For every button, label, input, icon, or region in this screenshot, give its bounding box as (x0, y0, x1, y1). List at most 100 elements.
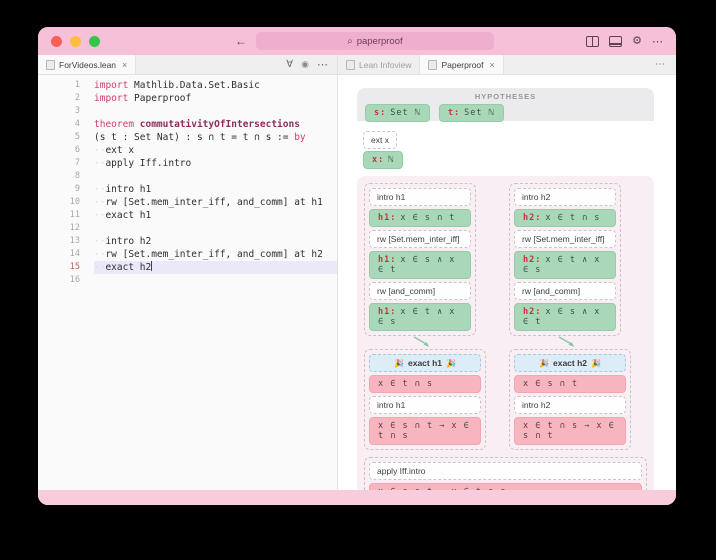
tab-paperproof[interactable]: Paperproof × (420, 55, 503, 74)
code-token: import (94, 80, 128, 91)
more-actions-icon[interactable]: ⋯ (652, 35, 664, 48)
editor-more-icon[interactable]: ⋯ (317, 58, 329, 71)
code-line[interactable]: 15··exact h2 (38, 261, 337, 274)
exact-success-node[interactable]: 🎉exact h2🎉 (514, 354, 626, 372)
code-token: exact h2 (105, 262, 151, 273)
line-number: 4 (38, 118, 94, 131)
code-line[interactable]: 11··exact h1 (38, 209, 337, 222)
code-text[interactable]: ··rw [Set.mem_inter_iff, and_comm] at h1 (94, 196, 337, 209)
tactic-node[interactable]: intro h2 (514, 396, 626, 414)
hypothesis-chip[interactable]: h1:x ∈ s ∩ t (369, 209, 471, 227)
hypothesis-name: h2: (523, 307, 541, 317)
search-input[interactable]: ⌕ paperproof (256, 32, 494, 50)
hypothesis-chip[interactable]: h2:x ∈ s ∧ x ∈ t (514, 303, 616, 331)
tactic-node[interactable]: intro h2 (514, 188, 616, 206)
hypothesis-chip[interactable]: t:Set ℕ (439, 104, 504, 122)
tab-label: Lean Infoview (359, 60, 411, 70)
tactic-node[interactable]: rw [Set.mem_inter_iff] (514, 230, 616, 248)
goal-columns: 🎉exact h1🎉x ∈ t ∩ sintro h1x ∈ s ∩ t → x… (364, 349, 647, 450)
code-line[interactable]: 3 (38, 105, 337, 118)
code-line[interactable]: 16 (38, 274, 337, 287)
hypothesis-chip[interactable]: h2:x ∈ t ∩ s (514, 209, 616, 227)
lean-infoview-icon[interactable]: ∀ (286, 59, 293, 70)
tactic-node[interactable]: rw [and_comm] (369, 282, 471, 300)
code-text[interactable]: theorem commutativityOfIntersections (94, 118, 337, 131)
proof-arrow (364, 336, 476, 349)
maximize-window-button[interactable] (89, 36, 100, 47)
code-text[interactable]: ··exact h2 (94, 261, 337, 274)
code-text[interactable] (94, 222, 337, 235)
close-tab-icon[interactable]: × (122, 60, 127, 70)
editor-tab-group: ForVideos.lean × ∀ ◉ ⋯ (38, 55, 338, 74)
code-line[interactable]: 14··rw [Set.mem_inter_iff, and_comm] at … (38, 248, 337, 261)
tactic-node[interactable]: rw [and_comm] (514, 282, 616, 300)
tactic-node[interactable]: rw [Set.mem_inter_iff] (369, 230, 471, 248)
code-text[interactable]: import Mathlib.Data.Set.Basic (94, 79, 337, 92)
goal-chip[interactable]: x ∈ s ∩ t ↔ x ∈ t ∩ s (369, 483, 642, 490)
paperproof-icon[interactable]: ◉ (301, 59, 309, 70)
hypothesis-body: x ∈ t ∩ s (545, 213, 600, 223)
code-line[interactable]: 7··apply Iff.intro (38, 157, 337, 170)
code-text[interactable] (94, 170, 337, 183)
party-popper-icon: 🎉 (394, 359, 404, 368)
tactic-node[interactable]: intro h1 (369, 188, 471, 206)
code-line[interactable]: 1import Mathlib.Data.Set.Basic (38, 79, 337, 92)
goal-chip[interactable]: x ∈ t ∩ s → x ∈ s ∩ t (514, 417, 626, 445)
code-line[interactable]: 8 (38, 170, 337, 183)
tactic-node-ext[interactable]: ext x (363, 131, 397, 149)
code-line[interactable]: 5(s t : Set Nat) : s ∩ t = t ∩ s := by (38, 131, 337, 144)
code-line[interactable]: 13··intro h2 (38, 235, 337, 248)
tab-forvideos-lean[interactable]: ForVideos.lean × (38, 55, 136, 74)
code-text[interactable]: ··intro h1 (94, 183, 337, 196)
code-line[interactable]: 4theorem commutativityOfIntersections (38, 118, 337, 131)
toggle-panel-icon[interactable] (609, 36, 622, 47)
code-text[interactable]: ··rw [Set.mem_inter_iff, and_comm] at h2 (94, 248, 337, 261)
code-token: commutativityOfIntersections (134, 119, 300, 130)
line-number: 2 (38, 92, 94, 105)
exact-label: exact h1 (408, 358, 442, 368)
exact-success-node[interactable]: 🎉exact h1🎉 (369, 354, 481, 372)
code-text[interactable] (94, 274, 337, 287)
code-text[interactable]: ··exact h1 (94, 209, 337, 222)
gear-icon[interactable]: ⚙ (632, 36, 642, 47)
close-window-button[interactable] (51, 36, 62, 47)
split-editor-icon[interactable] (586, 36, 599, 47)
code-editor[interactable]: 1import Mathlib.Data.Set.Basic2import Pa… (38, 75, 338, 490)
code-text[interactable]: import Paperproof (94, 92, 337, 105)
hypothesis-chip[interactable]: h1:x ∈ t ∧ x ∈ s (369, 303, 471, 331)
close-tab-icon[interactable]: × (490, 60, 495, 70)
text-cursor (151, 261, 152, 271)
hypothesis-chip[interactable]: h2:x ∈ t ∧ x ∈ s (514, 251, 616, 279)
tab-lean-infoview[interactable]: Lean Infoview (338, 55, 420, 74)
tactic-node[interactable]: intro h1 (369, 396, 481, 414)
minimize-window-button[interactable] (70, 36, 81, 47)
tactic-node[interactable]: apply Iff.intro (369, 462, 642, 480)
code-line[interactable]: 2import Paperproof (38, 92, 337, 105)
hypothesis-chip-x[interactable]: x:ℕ (363, 151, 403, 169)
code-token: apply Iff.intro (105, 158, 191, 169)
code-text[interactable]: (s t : Set Nat) : s ∩ t = t ∩ s := by (94, 131, 337, 144)
goal-chip[interactable]: x ∈ s ∩ t → x ∈ t ∩ s (369, 417, 481, 445)
back-icon[interactable]: ← (235, 34, 247, 48)
code-token: ·· (94, 158, 105, 169)
code-text[interactable]: ··ext x (94, 144, 337, 157)
hypothesis-body: Set ℕ (390, 108, 421, 118)
code-line[interactable]: 10··rw [Set.mem_inter_iff, and_comm] at … (38, 196, 337, 209)
line-number: 7 (38, 157, 94, 170)
hypothesis-name: s: (374, 108, 386, 118)
hypothesis-chip[interactable]: s: Set ℕ (365, 104, 430, 122)
goal-chip[interactable]: x ∈ s ∩ t (514, 375, 626, 393)
goal-chip[interactable]: x ∈ t ∩ s (369, 375, 481, 393)
code-text[interactable]: ··intro h2 (94, 235, 337, 248)
hypothesis-chip[interactable]: h1:x ∈ s ∧ x ∈ t (369, 251, 471, 279)
code-line[interactable]: 12 (38, 222, 337, 235)
code-line[interactable]: 9··intro h1 (38, 183, 337, 196)
hypothesis-body: Set ℕ (464, 108, 495, 118)
code-text[interactable]: ··apply Iff.intro (94, 157, 337, 170)
code-text[interactable] (94, 105, 337, 118)
code-lines: 1import Mathlib.Data.Set.Basic2import Pa… (38, 79, 337, 287)
code-line[interactable]: 6··ext x (38, 144, 337, 157)
panel-more-icon[interactable]: ⋯ (655, 55, 676, 74)
hypothesis-name: h1: (378, 213, 396, 223)
code-token: ·· (94, 184, 105, 195)
